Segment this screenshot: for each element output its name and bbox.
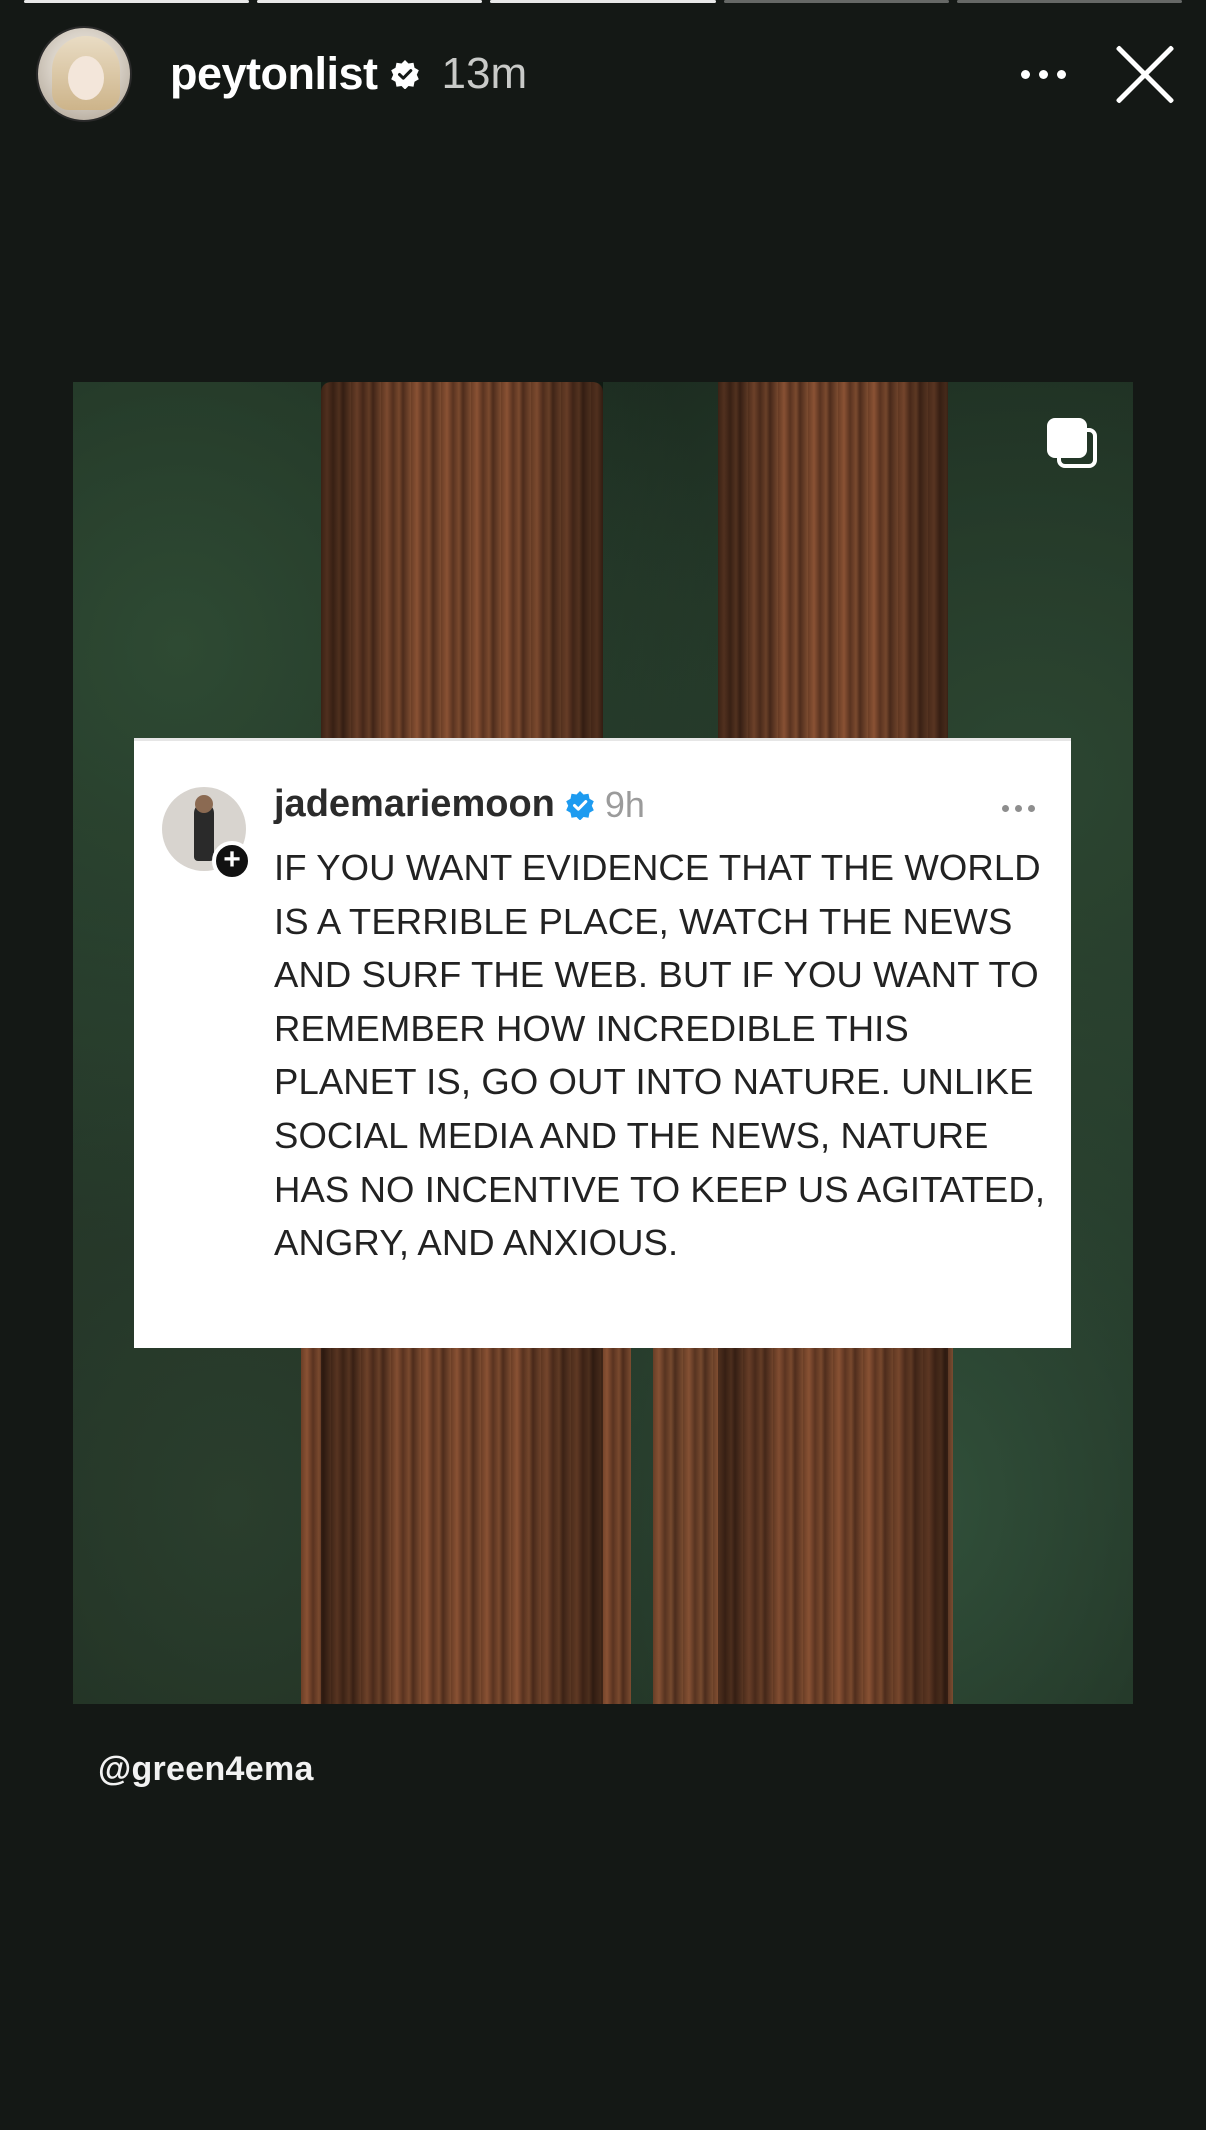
plus-icon[interactable]: +: [212, 841, 252, 881]
more-dots-icon: [1002, 805, 1035, 812]
quote-card: + jademariemoon 9h IF YOU WANT EVIDENCE …: [134, 738, 1071, 1348]
more-dots-icon: [1020, 69, 1030, 79]
carousel-icon: [1047, 418, 1097, 468]
story-progress-bar: [24, 0, 1183, 4]
quote-text: IF YOU WANT EVIDENCE THAT THE WORLD IS A…: [274, 847, 1046, 1264]
shared-post[interactable]: + jademariemoon 9h IF YOU WANT EVIDENCE …: [73, 382, 1133, 1704]
carousel-icon-front: [1047, 418, 1087, 458]
card-username[interactable]: jademariemoon: [274, 783, 555, 826]
progress-segment: [490, 0, 716, 3]
story-time: 13m: [441, 49, 528, 98]
more-dots-icon: [1056, 69, 1066, 79]
dot: [1002, 805, 1009, 812]
dot: [1028, 805, 1035, 812]
progress-segment: [723, 0, 949, 3]
mention-sticker[interactable]: @green4ema: [98, 1750, 314, 1789]
story-username[interactable]: peytonlist: [170, 48, 378, 100]
card-time: 9h: [604, 783, 645, 825]
progress-segment: [257, 0, 483, 3]
verified-badge-icon: [565, 790, 595, 820]
more-dots-icon: [1038, 69, 1048, 79]
story-viewer[interactable]: peytonlist 13m + jademariemoon 9h IF YOU…: [0, 0, 1206, 2130]
verified-badge-icon: [390, 59, 420, 90]
avatar-face: [68, 56, 104, 100]
more-options-button[interactable]: [1008, 44, 1078, 104]
card-user-row: jademariemoon 9h: [274, 783, 645, 826]
avatar-head: [195, 795, 213, 813]
progress-segment: [24, 0, 250, 3]
dot: [1015, 805, 1022, 812]
story-header: peytonlist 13m: [36, 24, 1176, 124]
close-icon[interactable]: [1114, 43, 1176, 105]
avatar[interactable]: [36, 26, 132, 122]
progress-segment: [956, 0, 1183, 3]
